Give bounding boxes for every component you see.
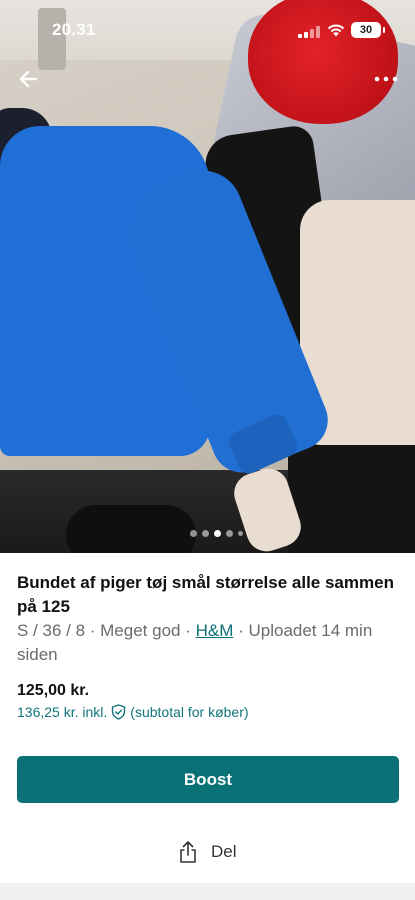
more-options-icon[interactable] — [372, 66, 400, 92]
listing-photo[interactable]: 20.31 30 — [0, 0, 415, 553]
listing-price: 125,00 kr. — [17, 682, 90, 699]
back-arrow-icon[interactable] — [14, 64, 44, 94]
share-icon — [180, 841, 196, 863]
listing-title: Bundet af piger tøj smål størrelse alle … — [17, 573, 394, 616]
price-incl-note: (subtotal for køber) — [130, 704, 249, 720]
status-bar: 20.31 30 — [0, 0, 415, 50]
share-label: Del — [211, 842, 237, 861]
status-time: 20.31 — [52, 20, 96, 39]
price-incl: 136,25 kr. inkl. — [17, 704, 108, 720]
bottom-bar — [0, 883, 415, 900]
share-button[interactable]: Del — [177, 839, 237, 865]
cellular-signal-icon — [298, 26, 320, 38]
carousel-dot-2[interactable] — [202, 529, 209, 537]
brand-link[interactable]: H&M — [196, 621, 234, 640]
listing-meta-prefix: S / 36 / 8 · Meget god · — [17, 621, 196, 640]
battery-icon: 30 — [351, 22, 385, 38]
carousel-dot-1[interactable] — [190, 529, 197, 537]
photo-black-cloth-floor — [66, 505, 196, 553]
wifi-icon — [327, 24, 345, 37]
carousel-dot-4[interactable] — [226, 529, 233, 537]
photo-black-skirt — [288, 438, 415, 553]
buyer-price-info[interactable]: 136,25 kr. inkl. (subtotal for køber) — [17, 704, 249, 720]
carousel-indicator — [190, 529, 243, 537]
carousel-dot-5[interactable] — [238, 530, 243, 536]
shield-check-icon — [112, 704, 126, 720]
carousel-dot-3[interactable] — [214, 529, 221, 537]
boost-button[interactable]: Boost — [17, 756, 399, 803]
listing-meta: S / 36 / 8 · Meget god · H&M · Uploadet … — [17, 619, 407, 667]
